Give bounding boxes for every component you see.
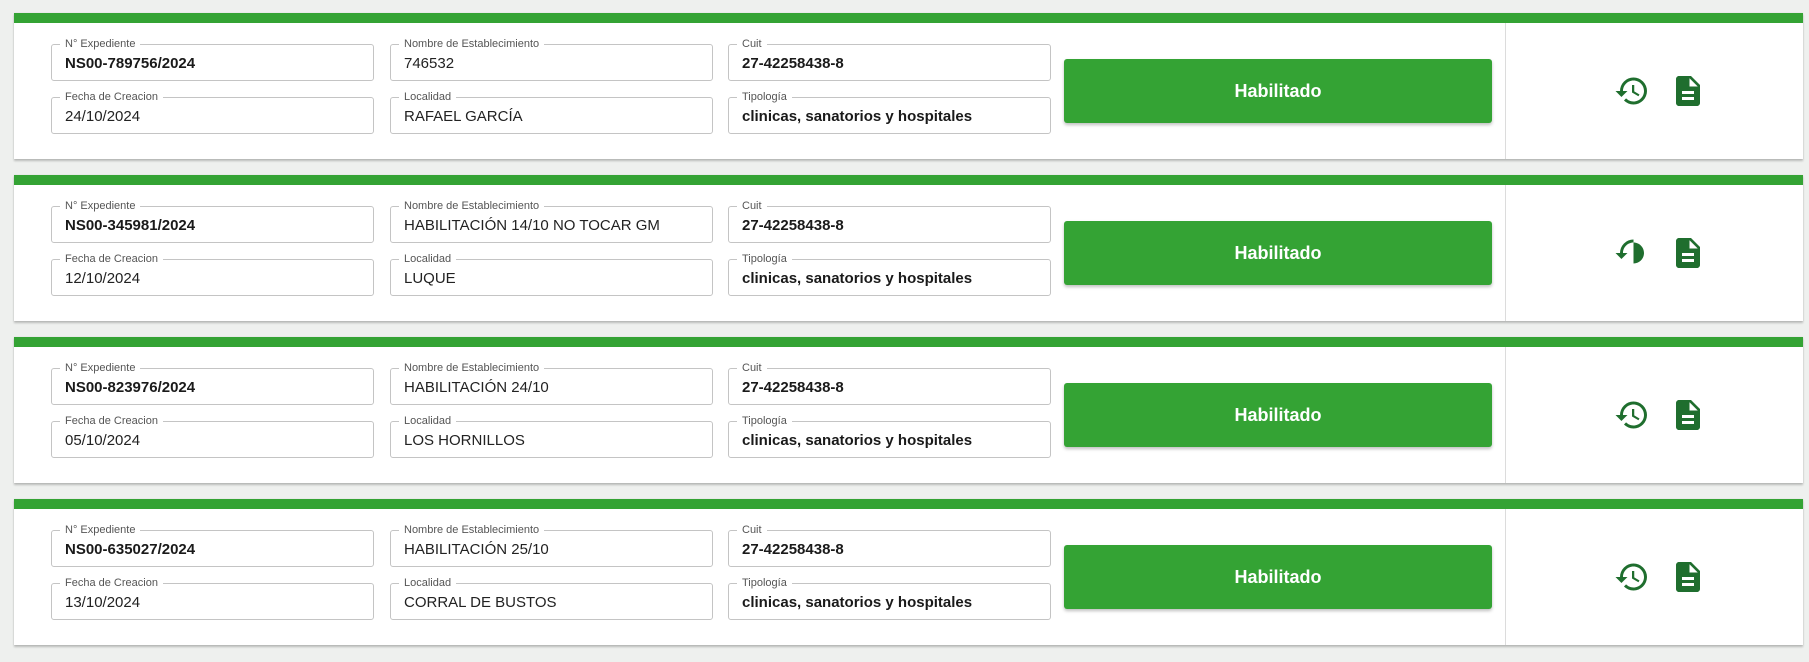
localidad-field[interactable]: Localidad LOS HORNILLOS <box>390 414 713 458</box>
nombre-value: 746532 <box>404 55 455 72</box>
history-icon[interactable] <box>1612 233 1652 273</box>
card-fields: N° Expediente NS00-345981/2024 Nombre de… <box>14 185 1506 321</box>
fecha-label: Fecha de Creacion <box>60 414 163 428</box>
tipologia-field[interactable]: Tipología clinicas, sanatorios y hospita… <box>728 90 1051 134</box>
tipologia-value: clinicas, sanatorios y hospitales <box>742 270 973 287</box>
expediente-list: N° Expediente NS00-789756/2024 Nombre de… <box>14 13 1803 661</box>
status-button[interactable]: Habilitado <box>1064 383 1492 447</box>
fecha-value: 13/10/2024 <box>65 594 141 611</box>
cuit-value: 27-42258438-8 <box>742 217 844 234</box>
nombre-value: HABILITACIÓN 24/10 <box>404 379 549 396</box>
fecha-label: Fecha de Creacion <box>60 90 163 104</box>
status-button[interactable]: Habilitado <box>1064 545 1492 609</box>
nombre-value: HABILITACIÓN 14/10 NO TOCAR GM <box>404 217 660 234</box>
card-fields: N° Expediente NS00-789756/2024 Nombre de… <box>14 23 1506 159</box>
cuit-label: Cuit <box>737 199 767 213</box>
document-icon[interactable] <box>1668 71 1708 111</box>
localidad-value: RAFAEL GARCÍA <box>404 108 523 125</box>
cuit-label: Cuit <box>737 37 767 51</box>
expediente-label: N° Expediente <box>60 199 141 213</box>
localidad-label: Localidad <box>399 252 457 266</box>
cuit-field[interactable]: Cuit 27-42258438-8 <box>728 199 1051 243</box>
cuit-field[interactable]: Cuit 27-42258438-8 <box>728 523 1051 567</box>
tipologia-value: clinicas, sanatorios y hospitales <box>742 594 973 611</box>
fecha-value: 24/10/2024 <box>65 108 141 125</box>
card-actions <box>1506 23 1803 159</box>
history-icon[interactable] <box>1612 71 1652 111</box>
localidad-label: Localidad <box>399 414 457 428</box>
card-actions <box>1506 185 1803 321</box>
expediente-label: N° Expediente <box>60 361 141 375</box>
cuit-value: 27-42258438-8 <box>742 379 844 396</box>
tipologia-field[interactable]: Tipología clinicas, sanatorios y hospita… <box>728 414 1051 458</box>
status-button[interactable]: Habilitado <box>1064 221 1492 285</box>
status-button[interactable]: Habilitado <box>1064 59 1492 123</box>
fecha-field[interactable]: Fecha de Creacion 12/10/2024 <box>51 252 374 296</box>
expediente-field[interactable]: N° Expediente NS00-345981/2024 <box>51 199 374 243</box>
fecha-label: Fecha de Creacion <box>60 576 163 590</box>
expediente-card: N° Expediente NS00-635027/2024 Nombre de… <box>14 499 1803 645</box>
card-actions <box>1506 509 1803 645</box>
expediente-card: N° Expediente NS00-823976/2024 Nombre de… <box>14 337 1803 483</box>
nombre-label: Nombre de Establecimiento <box>399 361 545 375</box>
localidad-field[interactable]: Localidad RAFAEL GARCÍA <box>390 90 713 134</box>
document-icon[interactable] <box>1668 233 1708 273</box>
expediente-label: N° Expediente <box>60 37 141 51</box>
fecha-field[interactable]: Fecha de Creacion 13/10/2024 <box>51 576 374 620</box>
fecha-value: 05/10/2024 <box>65 432 141 449</box>
localidad-value: LOS HORNILLOS <box>404 432 525 449</box>
nombre-label: Nombre de Establecimiento <box>399 523 545 537</box>
localidad-label: Localidad <box>399 576 457 590</box>
fecha-field[interactable]: Fecha de Creacion 24/10/2024 <box>51 90 374 134</box>
card-fields: N° Expediente NS00-823976/2024 Nombre de… <box>14 347 1506 483</box>
cuit-value: 27-42258438-8 <box>742 541 844 558</box>
tipologia-value: clinicas, sanatorios y hospitales <box>742 108 973 125</box>
expediente-value: NS00-789756/2024 <box>65 55 196 72</box>
cuit-value: 27-42258438-8 <box>742 55 844 72</box>
history-icon[interactable] <box>1612 395 1652 435</box>
expediente-value: NS00-635027/2024 <box>65 541 196 558</box>
localidad-label: Localidad <box>399 90 457 104</box>
nombre-field[interactable]: Nombre de Establecimiento HABILITACIÓN 1… <box>390 199 713 243</box>
tipologia-label: Tipología <box>737 252 792 266</box>
tipologia-label: Tipología <box>737 90 792 104</box>
expediente-card: N° Expediente NS00-345981/2024 Nombre de… <box>14 175 1803 321</box>
localidad-field[interactable]: Localidad CORRAL DE BUSTOS <box>390 576 713 620</box>
nombre-label: Nombre de Establecimiento <box>399 199 545 213</box>
expediente-value: NS00-823976/2024 <box>65 379 196 396</box>
localidad-value: LUQUE <box>404 270 456 287</box>
expediente-field[interactable]: N° Expediente NS00-823976/2024 <box>51 361 374 405</box>
tipologia-field[interactable]: Tipología clinicas, sanatorios y hospita… <box>728 576 1051 620</box>
cuit-label: Cuit <box>737 361 767 375</box>
expediente-value: NS00-345981/2024 <box>65 217 196 234</box>
nombre-label: Nombre de Establecimiento <box>399 37 545 51</box>
tipologia-value: clinicas, sanatorios y hospitales <box>742 432 973 449</box>
expediente-field[interactable]: N° Expediente NS00-789756/2024 <box>51 37 374 81</box>
fecha-value: 12/10/2024 <box>65 270 141 287</box>
localidad-field[interactable]: Localidad LUQUE <box>390 252 713 296</box>
tipologia-field[interactable]: Tipología clinicas, sanatorios y hospita… <box>728 252 1051 296</box>
card-fields: N° Expediente NS00-635027/2024 Nombre de… <box>14 509 1506 645</box>
nombre-value: HABILITACIÓN 25/10 <box>404 541 549 558</box>
expediente-card: N° Expediente NS00-789756/2024 Nombre de… <box>14 13 1803 159</box>
cuit-label: Cuit <box>737 523 767 537</box>
expediente-label: N° Expediente <box>60 523 141 537</box>
tipologia-label: Tipología <box>737 576 792 590</box>
localidad-value: CORRAL DE BUSTOS <box>404 594 557 611</box>
card-actions <box>1506 347 1803 483</box>
history-icon[interactable] <box>1612 557 1652 597</box>
document-icon[interactable] <box>1668 395 1708 435</box>
fecha-field[interactable]: Fecha de Creacion 05/10/2024 <box>51 414 374 458</box>
cuit-field[interactable]: Cuit 27-42258438-8 <box>728 37 1051 81</box>
document-icon[interactable] <box>1668 557 1708 597</box>
nombre-field[interactable]: Nombre de Establecimiento HABILITACIÓN 2… <box>390 523 713 567</box>
fecha-label: Fecha de Creacion <box>60 252 163 266</box>
nombre-field[interactable]: Nombre de Establecimiento HABILITACIÓN 2… <box>390 361 713 405</box>
nombre-field[interactable]: Nombre de Establecimiento 746532 <box>390 37 713 81</box>
cuit-field[interactable]: Cuit 27-42258438-8 <box>728 361 1051 405</box>
tipologia-label: Tipología <box>737 414 792 428</box>
expediente-field[interactable]: N° Expediente NS00-635027/2024 <box>51 523 374 567</box>
